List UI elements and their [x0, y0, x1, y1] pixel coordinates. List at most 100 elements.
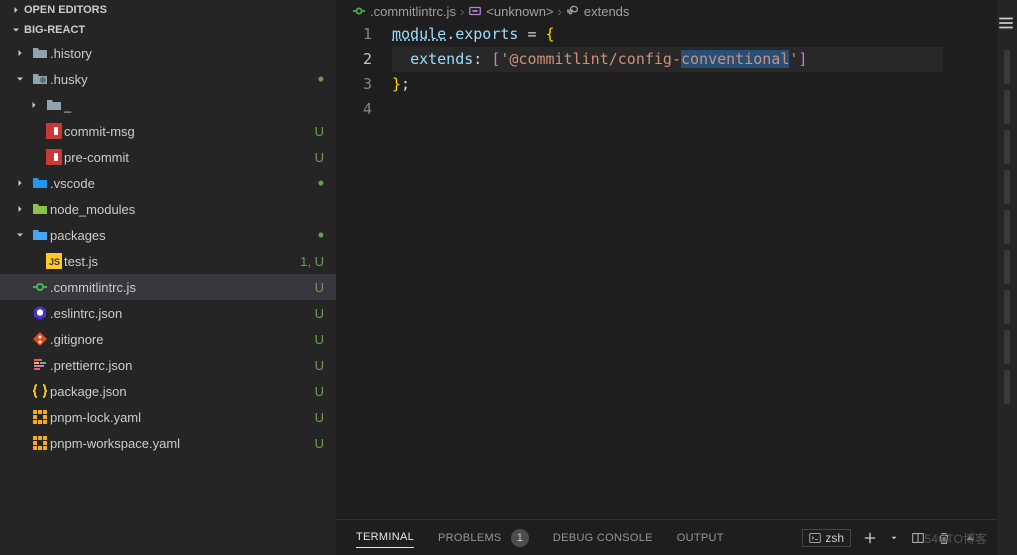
breadcrumb-item[interactable]: .commitlintrc.js — [370, 4, 456, 19]
editor-area: .commitlintrc.js › <unknown> › extends 1… — [336, 0, 997, 555]
breadcrumb-item[interactable]: <unknown> — [486, 4, 553, 19]
section-big-react[interactable]: BIG-REACT — [0, 20, 336, 40]
git-status-badge: U — [315, 410, 324, 425]
tree-label: test.js — [64, 254, 296, 269]
tree-label: commit-msg — [64, 124, 311, 139]
problems-badge: 1 — [511, 529, 529, 547]
right-sidebar — [997, 0, 1017, 555]
folder-item[interactable]: _ — [0, 92, 336, 118]
modified-dot-icon: • — [318, 226, 324, 244]
folder-item[interactable]: .husky• — [0, 66, 336, 92]
file-git-icon — [30, 331, 50, 347]
sidebar-slot[interactable] — [1004, 130, 1010, 164]
file-icon — [352, 4, 366, 18]
tab-output[interactable]: OUTPUT — [677, 532, 724, 544]
sidebar-slot[interactable] — [1004, 50, 1010, 84]
sidebar-slot[interactable] — [1004, 210, 1010, 244]
file-pnpm-icon — [30, 435, 50, 451]
breadcrumb[interactable]: .commitlintrc.js › <unknown> › extends — [336, 0, 997, 22]
line-number: 2 — [336, 47, 372, 72]
tree-label: .prettierrc.json — [50, 358, 311, 373]
folder-item[interactable]: node_modules — [0, 196, 336, 222]
file-item[interactable]: pnpm-workspace.yamlU — [0, 430, 336, 456]
tab-debug-console[interactable]: DEBUG CONSOLE — [553, 532, 653, 544]
git-status-badge: U — [315, 332, 324, 347]
terminal-dropdown-icon[interactable] — [889, 533, 899, 543]
sidebar-slot[interactable] — [1004, 250, 1010, 284]
folder-item[interactable]: packages• — [0, 222, 336, 248]
chevron-icon — [14, 177, 30, 189]
folder-vscode-icon — [30, 175, 50, 191]
file-item[interactable]: package.jsonU — [0, 378, 336, 404]
git-status-badge: U — [315, 280, 324, 295]
code-editor[interactable]: 1 2 3 4 module.exports = { extends: ['@c… — [336, 22, 997, 519]
line-number: 4 — [336, 97, 372, 122]
section-label: BIG-REACT — [24, 24, 85, 36]
file-item[interactable]: .commitlintrc.js U — [0, 274, 336, 300]
chevron-icon — [14, 47, 30, 59]
menu-icon[interactable] — [997, 14, 1017, 34]
file-npm-icon — [44, 149, 64, 165]
sidebar-slot[interactable] — [1004, 170, 1010, 204]
tree-label: package.json — [50, 384, 311, 399]
chevron-icon — [28, 99, 44, 111]
explorer-sidebar: OPEN EDITORS BIG-REACT .history.husky•_c… — [0, 0, 336, 555]
tree-label: packages — [50, 228, 318, 243]
modified-dot-icon: • — [318, 174, 324, 192]
terminal-icon — [809, 532, 821, 544]
breadcrumb-separator: › — [558, 4, 562, 19]
tree-label: .gitignore — [50, 332, 311, 347]
breadcrumb-item[interactable]: extends — [584, 4, 630, 19]
tree-label: .eslintrc.json — [50, 306, 311, 321]
tree-label: .commitlintrc.js — [50, 280, 311, 295]
git-status-badge: U — [315, 358, 324, 373]
folder-item[interactable]: .history — [0, 40, 336, 66]
file-commit-icon — [30, 279, 50, 295]
folder-ico-icon — [30, 45, 50, 61]
file-item[interactable]: pre-commitU — [0, 144, 336, 170]
watermark: 54CTO博客 — [925, 530, 987, 547]
folder-ico-icon — [44, 97, 64, 113]
scrollbar-vertical[interactable] — [983, 22, 997, 519]
chevron-icon — [14, 229, 30, 241]
folder-item[interactable]: .vscode• — [0, 170, 336, 196]
tree-label: node_modules — [50, 202, 324, 217]
code-line — [392, 97, 943, 122]
folder-node-icon — [30, 201, 50, 217]
symbol-module-icon — [468, 4, 482, 18]
sidebar-slot[interactable] — [1004, 90, 1010, 124]
file-item[interactable]: commit-msgU — [0, 118, 336, 144]
tree-label: .history — [50, 46, 324, 61]
file-eslint-icon — [30, 305, 50, 321]
new-terminal-icon[interactable] — [863, 531, 877, 545]
file-pnpm-icon — [30, 409, 50, 425]
bottom-panel: TERMINAL PROBLEMS 1 DEBUG CONSOLE OUTPUT… — [336, 519, 997, 555]
terminal-selector[interactable]: zsh — [802, 529, 851, 547]
symbol-key-icon — [566, 4, 580, 18]
git-status-badge: U — [315, 150, 324, 165]
sidebar-slot[interactable] — [1004, 370, 1010, 404]
sidebar-slot[interactable] — [1004, 330, 1010, 364]
file-js-icon: JS — [44, 253, 64, 269]
line-gutter: 1 2 3 4 — [336, 22, 392, 519]
section-open-editors[interactable]: OPEN EDITORS — [0, 0, 336, 20]
file-item[interactable]: JStest.js1, U — [0, 248, 336, 274]
code-content[interactable]: module.exports = { extends: ['@commitlin… — [392, 22, 943, 519]
tab-problems[interactable]: PROBLEMS 1 — [438, 529, 529, 547]
section-label: OPEN EDITORS — [24, 4, 107, 16]
split-terminal-icon[interactable] — [911, 531, 925, 545]
code-line: }; — [392, 72, 943, 97]
file-item[interactable]: .prettierrc.json U — [0, 352, 336, 378]
file-tree: .history.husky•_commit-msgUpre-commitU.v… — [0, 40, 336, 555]
file-item[interactable]: pnpm-lock.yaml U — [0, 404, 336, 430]
file-item[interactable]: .gitignore U — [0, 326, 336, 352]
sidebar-slot[interactable] — [1004, 290, 1010, 324]
file-item[interactable]: .eslintrc.jsonU — [0, 300, 336, 326]
tree-label: pnpm-lock.yaml — [50, 410, 311, 425]
tree-label: pnpm-workspace.yaml — [50, 436, 311, 451]
modified-dot-icon: • — [318, 70, 324, 88]
line-number: 3 — [336, 72, 372, 97]
breadcrumb-separator: › — [460, 4, 464, 19]
minimap[interactable] — [943, 22, 983, 519]
tab-terminal[interactable]: TERMINAL — [356, 531, 414, 548]
